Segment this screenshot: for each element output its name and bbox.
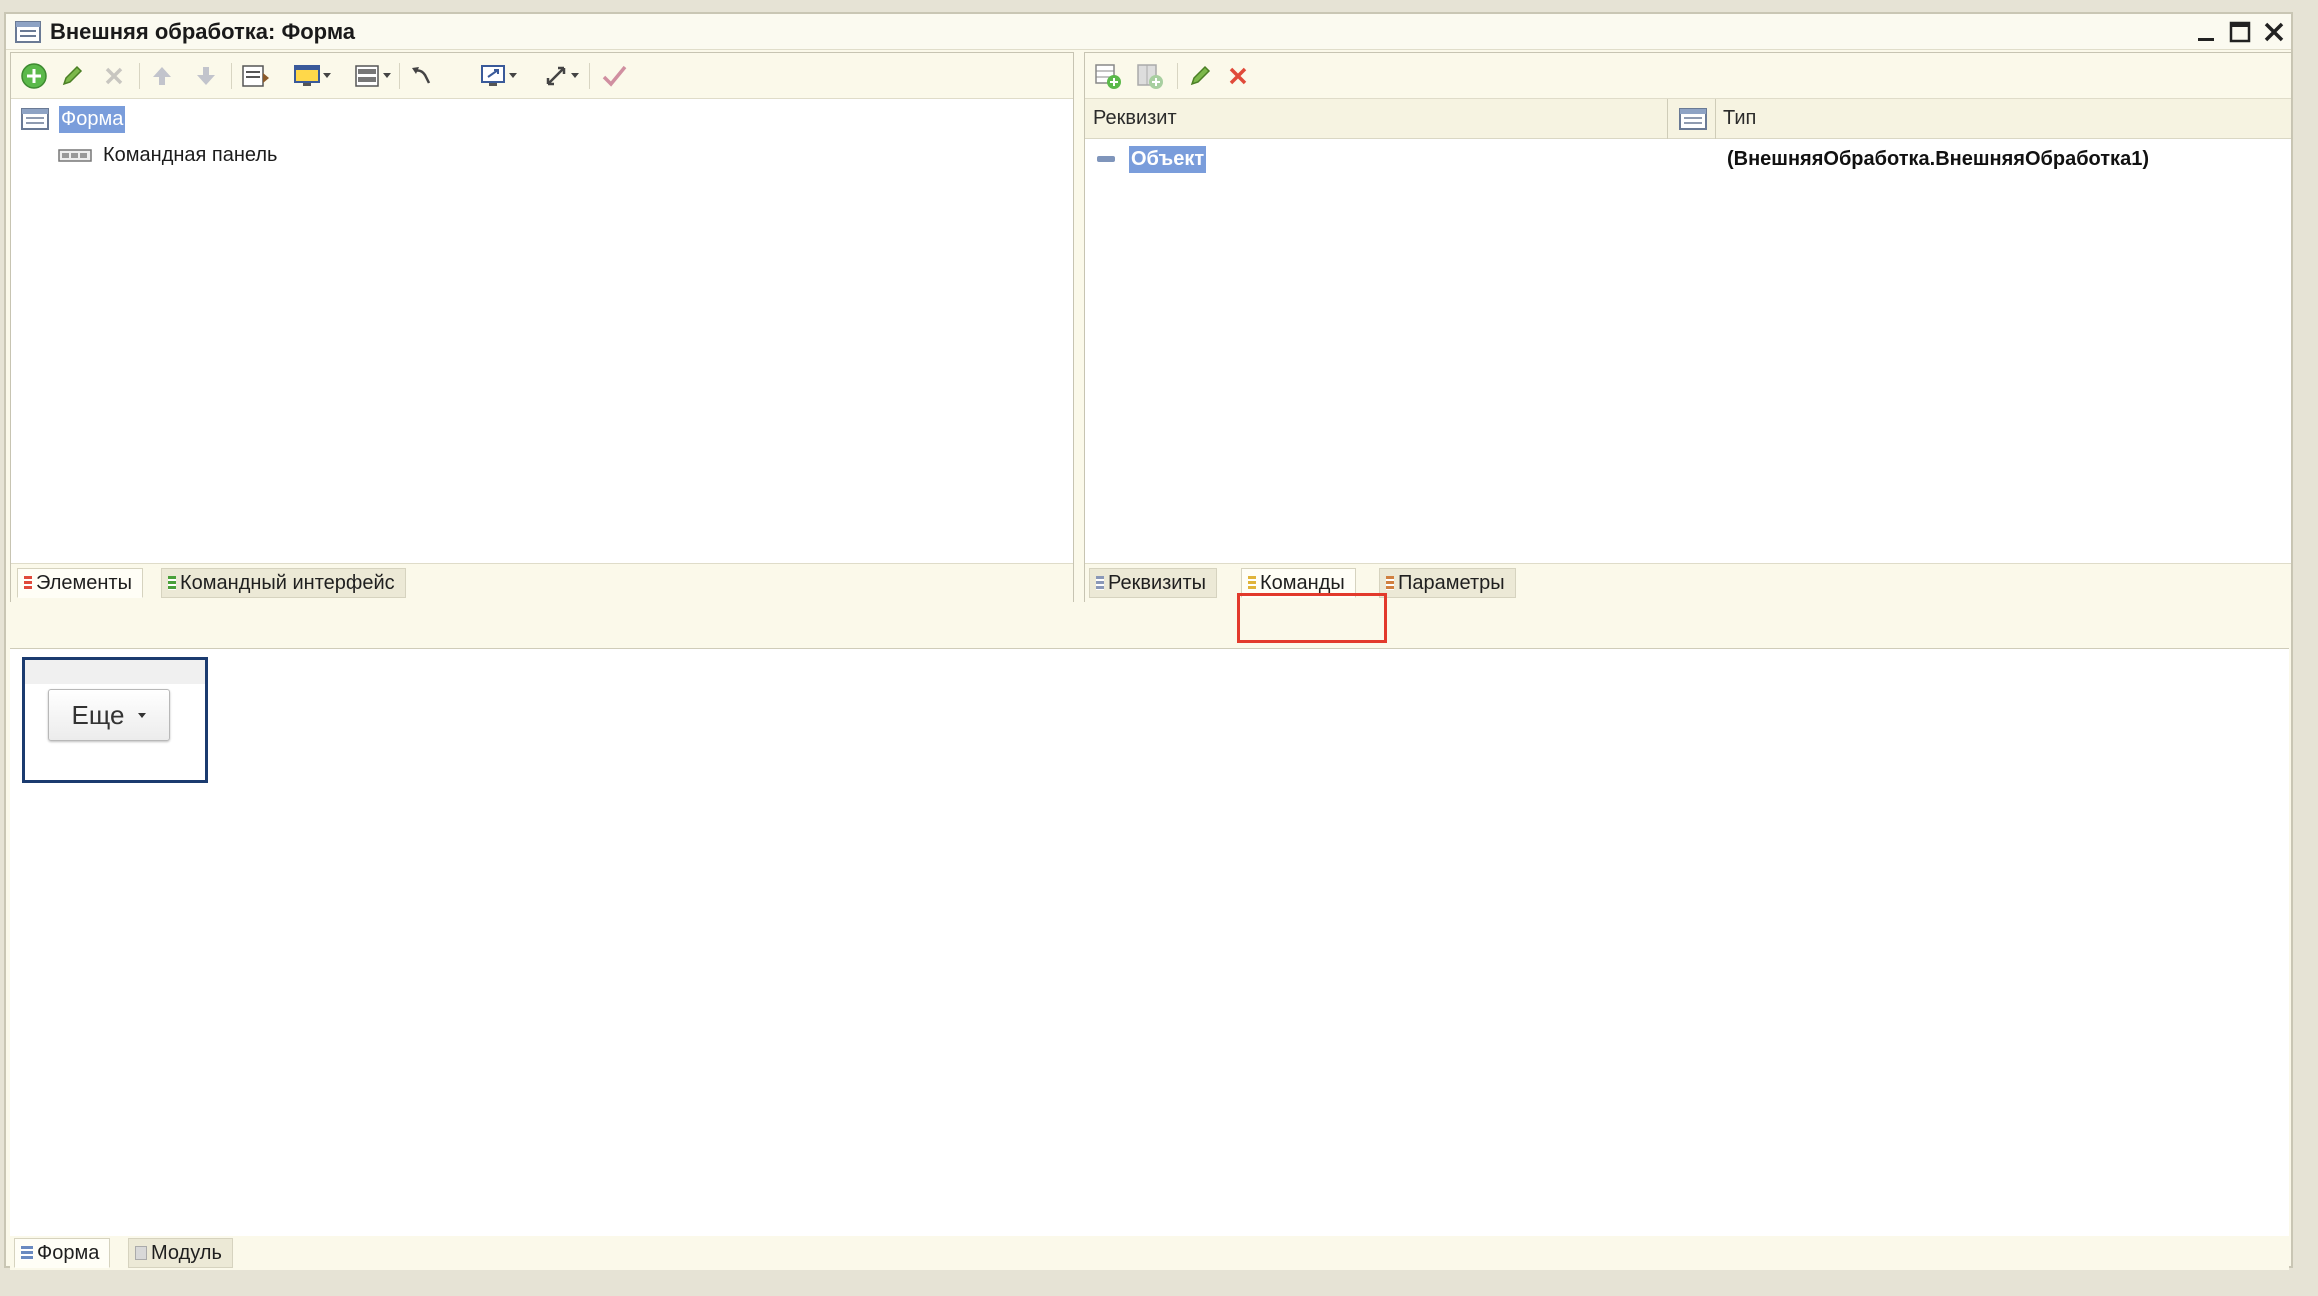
title-bar: Внешняя обработка: Форма (6, 14, 2291, 50)
form-preview[interactable]: Еще (22, 657, 208, 783)
chevron-down-icon (138, 712, 147, 718)
list-icon (1096, 576, 1104, 590)
pencil-icon (62, 65, 83, 86)
check-button[interactable] (597, 61, 631, 91)
attribute-name: Объект (1129, 145, 1207, 173)
edit-attribute-button[interactable] (1183, 61, 1217, 91)
expand-icon (481, 65, 505, 86)
form-tab-icon (21, 1246, 33, 1260)
column-header-attribute[interactable]: Реквизит (1093, 107, 1177, 130)
chevron-down-icon (509, 73, 517, 78)
layout-dropdown-button[interactable] (345, 61, 391, 91)
tree-node-form[interactable]: Форма (19, 103, 126, 135)
command-bar-icon (58, 149, 92, 162)
attribute-type: (ВнешняяОбработка.ВнешняяОбработка1) (1727, 147, 2149, 170)
list-icon (1386, 576, 1394, 590)
chevron-down-icon (323, 73, 331, 78)
designer-window: Внешняя обработка: Форма Форма Командная… (4, 12, 2293, 1270)
list-icon (1248, 576, 1256, 590)
add-column-button[interactable] (1133, 61, 1167, 91)
attributes-panel: Реквизит Тип Объект (ВнешняяОбработка.Вн… (1084, 52, 2292, 643)
undo-arrow-icon (412, 67, 431, 84)
add-icon (21, 63, 47, 89)
tree-node-command-bar[interactable]: Командная панель (57, 139, 277, 171)
checkmark-icon (602, 65, 627, 87)
close-icon (2264, 22, 2284, 42)
maximize-icon (2229, 21, 2251, 43)
highlight-box (1237, 593, 1387, 643)
chevron-down-icon (383, 73, 391, 78)
form-preview-area: Еще (10, 648, 2289, 1249)
undo-button[interactable] (405, 61, 439, 91)
tab-attributes[interactable]: Реквизиты (1089, 568, 1218, 598)
tree-node-label: Командная панель (103, 143, 278, 166)
collapse-icon (1097, 156, 1115, 162)
tab-parameters[interactable]: Параметры (1379, 568, 1516, 598)
chevron-down-icon (571, 73, 579, 78)
edit-button[interactable] (55, 61, 89, 91)
delete-attribute-button[interactable] (1221, 61, 1255, 91)
elements-panel: Форма Командная панель Элементы Командны… (10, 52, 1074, 603)
delete-icon (1229, 67, 1247, 85)
tree-node-label: Форма (59, 105, 126, 133)
minimize-button[interactable] (2190, 16, 2222, 48)
layout-icon (355, 65, 379, 87)
tab-module[interactable]: Модуль (128, 1238, 233, 1268)
arrow-up-icon (153, 67, 171, 85)
arrow-down-icon (197, 67, 215, 85)
tab-elements[interactable]: Элементы (17, 568, 143, 598)
form-icon (14, 19, 42, 45)
attributes-toolbar (1085, 53, 2291, 99)
add-button[interactable] (17, 61, 51, 91)
tab-form[interactable]: Форма (14, 1238, 111, 1268)
module-tab-icon (135, 1246, 147, 1260)
more-button[interactable]: Еще (48, 689, 170, 741)
close-button[interactable] (2258, 16, 2290, 48)
move-up-button[interactable] (145, 61, 179, 91)
attributes-column-header: Реквизит Тип (1085, 99, 2291, 139)
maximize-button[interactable] (2224, 16, 2256, 48)
list-icon (24, 576, 32, 590)
list-icon (168, 576, 176, 590)
diagonal-arrows-icon (546, 66, 566, 86)
table-icon (1677, 106, 1709, 138)
elements-toolbar (11, 53, 1073, 99)
monitor-icon (294, 65, 320, 86)
properties-icon (242, 65, 269, 87)
column-header-type[interactable]: Тип (1723, 107, 1756, 130)
properties-button[interactable] (239, 61, 273, 91)
add-column-icon (1137, 64, 1163, 89)
stretch-dropdown-button[interactable] (533, 61, 579, 91)
resize-dropdown-button[interactable] (471, 61, 517, 91)
add-attribute-button[interactable] (1091, 61, 1125, 91)
view-dropdown-button[interactable] (285, 61, 331, 91)
elements-tabs: Элементы Командный интерфейс (11, 563, 1073, 603)
move-down-button[interactable] (189, 61, 223, 91)
form-icon (21, 108, 49, 130)
add-table-icon (1095, 64, 1121, 89)
attribute-row-object[interactable]: Объект (ВнешняяОбработка.ВнешняяОбработк… (1095, 143, 2291, 175)
delete-button[interactable] (97, 61, 131, 91)
tab-command-interface[interactable]: Командный интерфейс (161, 568, 406, 598)
window-title: Внешняя обработка: Форма (50, 19, 356, 44)
minimize-icon (2198, 38, 2214, 41)
editor-tabs: Форма Модуль (10, 1236, 2289, 1270)
pencil-icon (1190, 65, 1211, 86)
delete-icon (105, 67, 123, 85)
